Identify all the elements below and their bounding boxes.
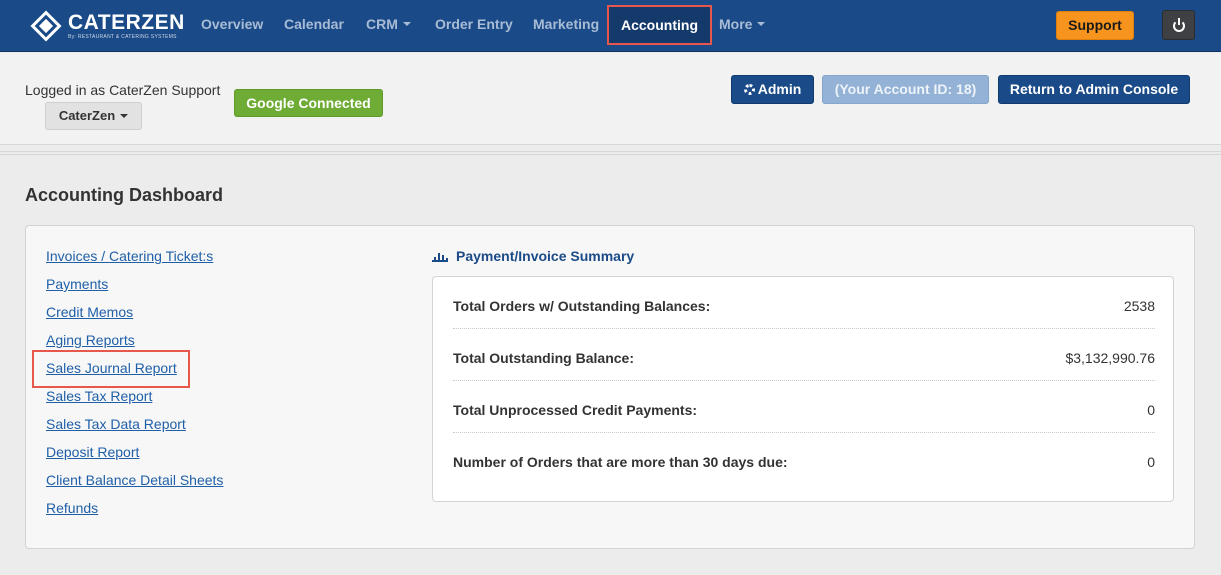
logo-diamond-icon — [30, 10, 62, 42]
nav-overview[interactable]: Overview — [201, 0, 263, 52]
link-invoices[interactable]: Invoices / Catering Ticket:s — [46, 248, 213, 264]
link-refunds[interactable]: Refunds — [46, 500, 98, 516]
link-deposit-report[interactable]: Deposit Report — [46, 444, 139, 460]
summary-label: Total Unprocessed Credit Payments: — [453, 402, 698, 418]
chevron-down-icon — [120, 113, 129, 118]
link-aging-reports[interactable]: Aging Reports — [46, 332, 135, 348]
sales-journal-highlight — [32, 350, 190, 388]
link-credit-memos[interactable]: Credit Memos — [46, 304, 133, 320]
nav-marketing[interactable]: Marketing — [533, 0, 599, 52]
summary-value: 0 — [1147, 402, 1155, 418]
summary-row: Total Outstanding Balance: $3,132,990.76 — [453, 329, 1155, 381]
nav-order-entry[interactable]: Order Entry — [435, 0, 513, 52]
admin-button[interactable]: Admin — [731, 75, 814, 104]
summary-row: Total Orders w/ Outstanding Balances: 25… — [453, 277, 1155, 329]
gear-icon — [743, 84, 755, 95]
account-id-badge: (Your Account ID: 18) — [822, 75, 989, 104]
link-client-balance-detail-sheets[interactable]: Client Balance Detail Sheets — [46, 472, 223, 488]
summary-value: 0 — [1147, 454, 1155, 470]
summary-heading: Payment/Invoice Summary — [432, 248, 634, 264]
summary-row: Number of Orders that are more than 30 d… — [453, 433, 1155, 485]
logout-button[interactable] — [1162, 10, 1195, 40]
summary-value: 2538 — [1123, 298, 1155, 314]
nav-more[interactable]: More — [719, 0, 766, 52]
link-sales-tax-data-report[interactable]: Sales Tax Data Report — [46, 416, 186, 432]
nav-accounting[interactable]: Accounting — [607, 5, 712, 45]
caterzen-logo[interactable]: CATERZEN By: RESTAURANT & CATERING SYSTE… — [30, 9, 185, 43]
nav-crm[interactable]: CRM — [366, 0, 411, 52]
top-navbar: CATERZEN By: RESTAURANT & CATERING SYSTE… — [0, 0, 1221, 52]
return-to-admin-console-button[interactable]: Return to Admin Console — [998, 75, 1190, 104]
page-title: Accounting Dashboard — [25, 185, 224, 205]
summary-label: Total Outstanding Balance: — [453, 350, 634, 366]
support-button[interactable]: Support — [1056, 11, 1134, 40]
summary-box: Total Orders w/ Outstanding Balances: 25… — [432, 276, 1174, 502]
chevron-down-icon — [402, 22, 411, 27]
brand-tagline: By: RESTAURANT & CATERING SYSTEMS — [68, 34, 177, 40]
divider — [0, 151, 1221, 155]
google-connected-button[interactable]: Google Connected — [234, 89, 383, 117]
nav-calendar[interactable]: Calendar — [284, 0, 344, 52]
link-sales-tax-report[interactable]: Sales Tax Report — [46, 388, 152, 404]
brand-name: CATERZEN — [68, 11, 185, 34]
bar-chart-icon — [432, 250, 448, 262]
summary-value: $3,132,990.76 — [1065, 350, 1155, 366]
link-payments[interactable]: Payments — [46, 276, 108, 292]
chevron-down-icon — [757, 22, 766, 27]
company-dropdown[interactable]: CaterZen — [45, 102, 142, 130]
summary-label: Total Orders w/ Outstanding Balances: — [453, 298, 711, 314]
summary-row: Total Unprocessed Credit Payments: 0 — [453, 381, 1155, 433]
summary-label: Number of Orders that are more than 30 d… — [453, 454, 788, 470]
logged-in-text: Logged in as CaterZen Support — [25, 82, 221, 98]
